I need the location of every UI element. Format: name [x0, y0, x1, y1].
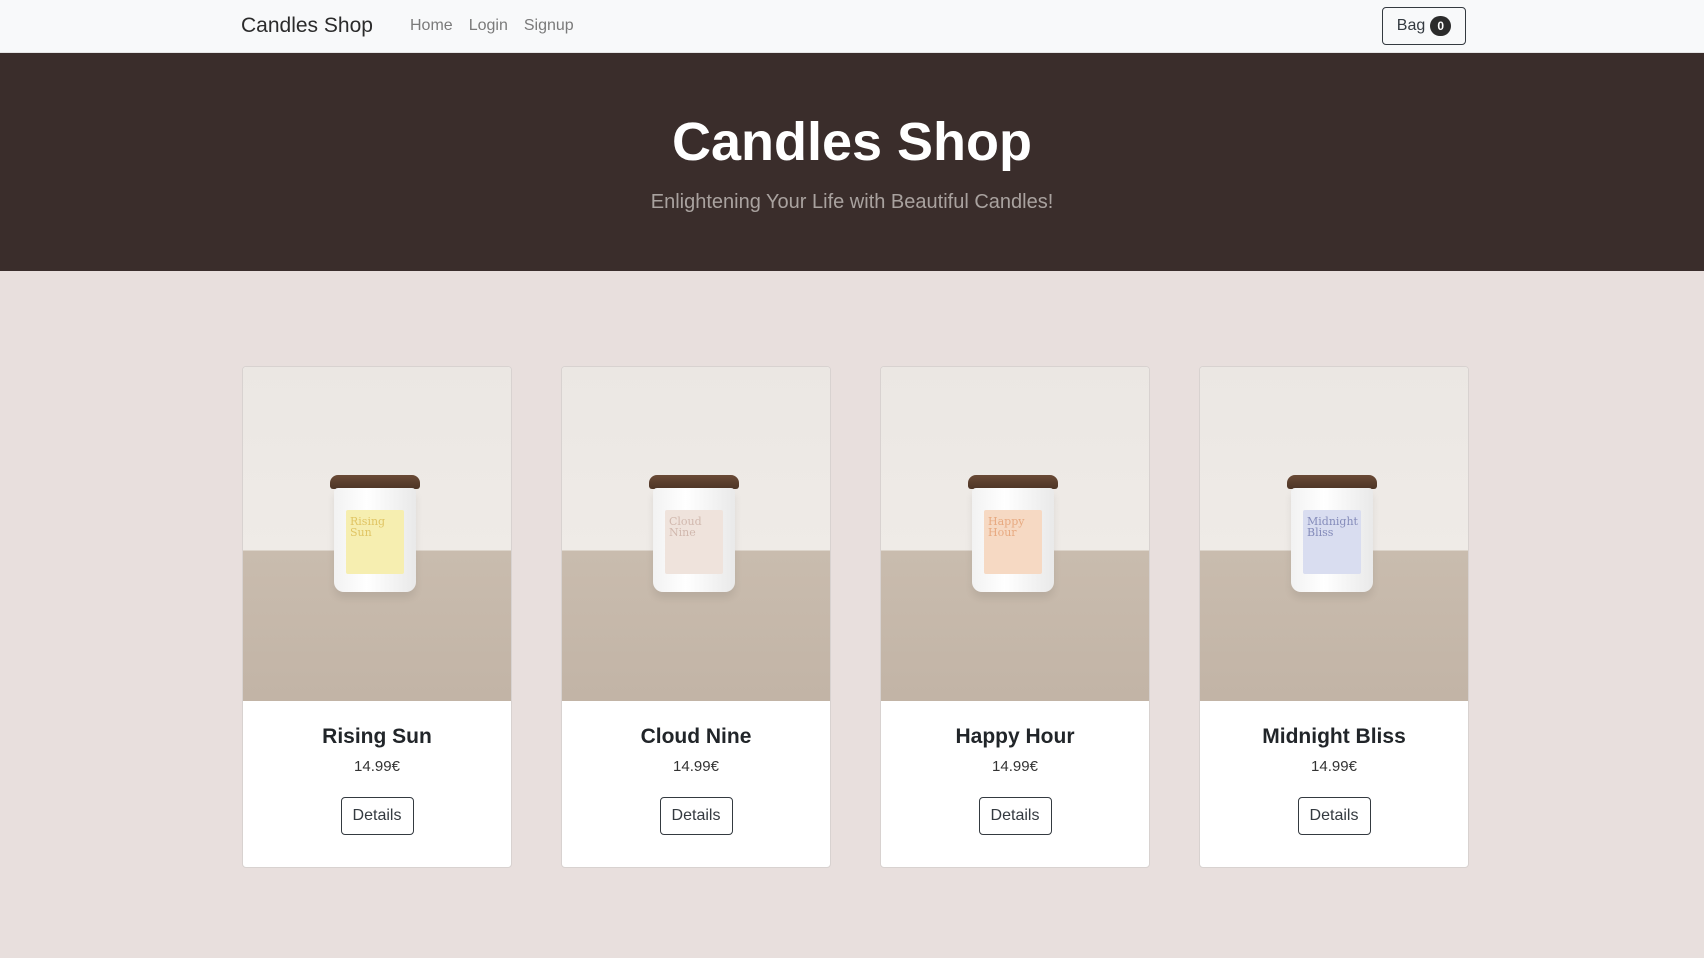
- nav-link-login[interactable]: Login: [469, 17, 508, 35]
- brand-logo[interactable]: Candles Shop: [241, 14, 373, 38]
- product-card-happy-hour: Happy Hour Happy Hour 14.99€ Details: [880, 366, 1150, 868]
- bag-label: Bag: [1396, 17, 1426, 34]
- product-image: Rising Sun: [243, 367, 511, 701]
- product-card-rising-sun: Rising Sun Rising Sun 14.99€ Details: [242, 366, 512, 868]
- product-image: Cloud Nine: [562, 367, 830, 701]
- nav-link-home[interactable]: Home: [410, 17, 453, 35]
- bag-count-badge: 0: [1430, 16, 1452, 36]
- nav-links: Home Login Signup: [410, 17, 590, 35]
- product-name: Rising Sun: [322, 725, 432, 748]
- details-button[interactable]: Details: [659, 797, 733, 835]
- product-name: Midnight Bliss: [1262, 725, 1406, 748]
- hero-title: Candles Shop: [671, 112, 1033, 172]
- candle-jar-icon: Midnight Bliss: [1287, 475, 1377, 595]
- candle-jar-icon: Cloud Nine: [649, 475, 739, 595]
- product-price: 14.99€: [354, 758, 400, 775]
- candle-jar-icon: Rising Sun: [330, 475, 420, 595]
- product-image: Midnight Bliss: [1200, 367, 1468, 701]
- product-price: 14.99€: [1311, 758, 1357, 775]
- hero-banner: Candles Shop Enlightening Your Life with…: [0, 53, 1704, 271]
- product-card-cloud-nine: Cloud Nine Cloud Nine 14.99€ Details: [561, 366, 831, 868]
- details-button[interactable]: Details: [978, 797, 1052, 835]
- candle-jar-icon: Happy Hour: [968, 475, 1058, 595]
- product-card-midnight-bliss: Midnight Bliss Midnight Bliss 14.99€ Det…: [1199, 366, 1469, 868]
- bag-button[interactable]: Bag 0: [1382, 7, 1466, 45]
- product-name: Cloud Nine: [640, 725, 752, 748]
- product-grid: Rising Sun Rising Sun 14.99€ Details Clo…: [242, 366, 1469, 868]
- hero-subtitle: Enlightening Your Life with Beautiful Ca…: [650, 191, 1054, 213]
- details-button[interactable]: Details: [1297, 797, 1371, 835]
- product-name: Happy Hour: [955, 725, 1075, 748]
- product-image: Happy Hour: [881, 367, 1149, 701]
- product-price: 14.99€: [673, 758, 719, 775]
- details-button[interactable]: Details: [340, 797, 414, 835]
- nav-link-signup[interactable]: Signup: [524, 17, 574, 35]
- product-price: 14.99€: [992, 758, 1038, 775]
- navbar: Candles Shop Home Login Signup Bag 0: [0, 0, 1704, 53]
